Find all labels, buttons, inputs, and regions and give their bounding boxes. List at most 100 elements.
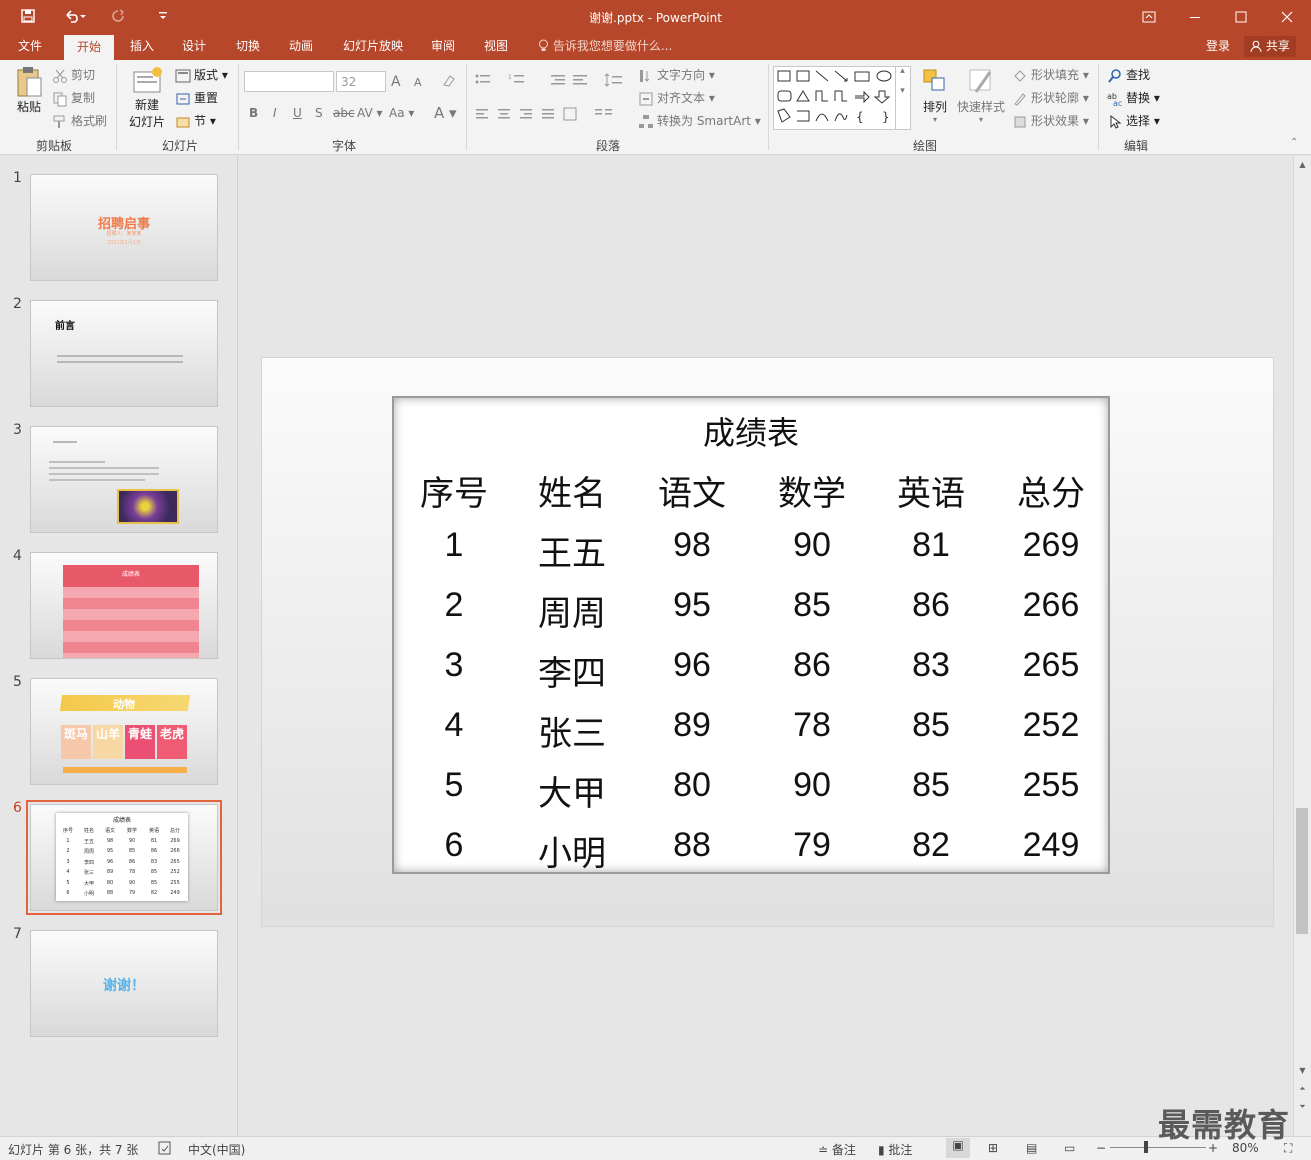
paste-button[interactable]: 粘贴	[12, 66, 46, 126]
slide-thumbnail-4[interactable]: 成绩表	[30, 552, 218, 659]
score-table[interactable]: 成绩表 序号 姓名 语文 数学 英语 总分 1 王五 98 90 81 269 2 周周 95 85 86 266…	[392, 396, 1110, 874]
zoom-out-button[interactable]: −	[1096, 1141, 1106, 1155]
thumbnail-text-line	[49, 467, 159, 469]
align-text-button[interactable]: 对齐文本 ▾	[638, 89, 715, 107]
tab-transitions[interactable]: 切换	[226, 33, 270, 60]
scroll-down-arrow[interactable]: ▼	[1296, 1064, 1309, 1077]
tab-view[interactable]: 视图	[474, 33, 518, 60]
replace-button[interactable]: ab ac 替换 ▾	[1107, 89, 1160, 108]
reading-view-icon[interactable]: ▤	[1026, 1141, 1037, 1155]
strikethrough-button[interactable]: abc	[333, 106, 355, 120]
reset-button[interactable]: 重置	[175, 89, 218, 107]
find-button[interactable]: 查找	[1107, 66, 1150, 84]
thumbnail-title: 动物	[113, 698, 135, 711]
lightbulb-icon	[538, 39, 553, 53]
bold-button[interactable]: B	[249, 106, 258, 120]
tab-design[interactable]: 设计	[172, 33, 216, 60]
minimize-icon[interactable]	[1172, 0, 1218, 33]
replace-label: 替换	[1126, 91, 1151, 105]
section-button[interactable]: 节 ▾	[175, 112, 216, 130]
slide-thumbnail-2[interactable]: 前言	[30, 300, 218, 407]
tell-me-box[interactable]: 告诉我您想要做什么...	[538, 33, 672, 60]
thumbnail-table-cell: 252	[170, 869, 180, 875]
slide-sorter-icon[interactable]: ⊞	[988, 1141, 998, 1155]
underline-button[interactable]: U	[293, 106, 302, 120]
next-slide-icon[interactable]: ⏷	[1296, 1100, 1309, 1113]
ribbon-display-icon[interactable]	[1126, 0, 1172, 33]
quick-styles-button[interactable]: 快速样式 ▾	[956, 66, 1006, 124]
table-cell: 78	[793, 706, 831, 744]
shadow-button[interactable]: S	[315, 106, 323, 120]
table-cell: 82	[912, 826, 950, 864]
spell-check-icon[interactable]	[158, 1141, 172, 1158]
table-cell: 90	[793, 766, 831, 804]
cut-button[interactable]: 剪切	[52, 66, 95, 84]
indent-icons[interactable]	[549, 72, 595, 91]
slideshow-view-icon[interactable]: ▭	[1064, 1141, 1075, 1155]
tab-file[interactable]: 文件	[6, 33, 54, 60]
slide-thumbnail-6[interactable]: 成绩表 序号 姓名 语文 数学 英语 总分 1 王五 98 90 81 269 2 周周 95 85 86 266…	[26, 800, 222, 915]
italic-button[interactable]: I	[273, 106, 277, 120]
scrollbar-thumb[interactable]	[1296, 808, 1308, 934]
layout-button[interactable]: 版式 ▾	[175, 66, 228, 84]
thumbnail-table-cell: 98	[106, 837, 114, 844]
smartart-button[interactable]: 转换为 SmartArt ▾	[638, 112, 761, 130]
thumbnail-table-cell: 王五	[83, 838, 94, 845]
slides-group-label: 幻灯片	[161, 139, 198, 153]
clear-format-icon[interactable]	[441, 73, 457, 92]
close-icon[interactable]	[1264, 0, 1310, 33]
new-slide-button[interactable]: 新建 幻灯片	[122, 66, 172, 130]
share-button[interactable]: 共享	[1244, 36, 1296, 57]
normal-view-icon[interactable]: ▣	[946, 1138, 970, 1158]
zoom-slider[interactable]	[1110, 1147, 1206, 1148]
slide-thumbnail-5[interactable]: 动物 斑马 山羊 青蛙 老虎	[30, 678, 218, 785]
grow-font-button[interactable]: A	[391, 74, 401, 90]
zoom-slider-thumb[interactable]	[1144, 1141, 1148, 1153]
copy-button[interactable]: 复制	[52, 89, 95, 107]
tab-insert[interactable]: 插入	[120, 33, 164, 60]
thumbnail-table-cell: 张三	[83, 870, 94, 876]
font-name-combo[interactable]	[244, 71, 334, 92]
comments-button[interactable]: ▮ 批注	[878, 1141, 912, 1158]
font-size-combo[interactable]: 32	[336, 71, 386, 92]
select-button[interactable]: 选择 ▾	[1107, 112, 1160, 130]
tab-animations[interactable]: 动画	[279, 33, 323, 60]
previous-slide-icon[interactable]: ⏶	[1296, 1082, 1309, 1095]
columns-icon[interactable]	[593, 106, 615, 125]
arrange-button[interactable]: 排列 ▾	[918, 66, 952, 124]
maximize-icon[interactable]	[1218, 0, 1264, 33]
text-direction-button[interactable]: 文字方向 ▾	[638, 66, 715, 84]
shape-fill-button[interactable]: 形状填充 ▾	[1012, 66, 1089, 84]
font-color-button[interactable]: A ▾	[434, 104, 457, 122]
slide-thumbnail-3[interactable]	[30, 426, 218, 533]
shrink-font-button[interactable]: A	[414, 76, 422, 89]
char-spacing-button[interactable]: AV ▾	[357, 106, 383, 120]
table-cell: 周周	[538, 595, 606, 633]
line-spacing-icon[interactable]	[604, 72, 624, 91]
person-icon	[1250, 39, 1266, 53]
scroll-up-arrow[interactable]: ▲	[1296, 158, 1309, 171]
shape-outline-button[interactable]: 形状轮廓 ▾	[1012, 89, 1089, 107]
slide-thumbnail-7[interactable]: 谢谢！	[30, 930, 218, 1037]
vertical-scrollbar[interactable]: ▲ ▼ ⏶ ⏷	[1293, 156, 1311, 1136]
thumbnail-number: 4	[13, 548, 22, 564]
shapes-gallery-scroll[interactable]: ▴ ▾	[895, 66, 909, 130]
login-link[interactable]: 登录	[1206, 33, 1230, 60]
tab-home[interactable]: 开始	[64, 35, 114, 60]
notes-button[interactable]: ≐ 备注	[818, 1141, 856, 1158]
select-label: 选择	[1126, 114, 1151, 128]
table-cell: 80	[673, 766, 711, 804]
shape-effects-button[interactable]: 形状效果 ▾	[1012, 112, 1089, 130]
slide-thumbnail-1[interactable]: 招聘启事 招聘人：某某某 2021年1月1日	[30, 174, 218, 281]
bullets-icon[interactable]: 1	[474, 72, 534, 91]
language-indicator[interactable]: 中文(中国)	[188, 1141, 245, 1158]
change-case-button[interactable]: Aa ▾	[389, 106, 414, 120]
format-painter-button[interactable]: 格式刷	[52, 112, 107, 130]
collapse-ribbon-icon[interactable]: ⌃	[1290, 137, 1298, 148]
thumbnail-text-line	[49, 461, 105, 463]
tab-slideshow[interactable]: 幻灯片放映	[334, 33, 412, 60]
shapes-gallery[interactable]: {}	[773, 66, 911, 130]
tab-review[interactable]: 审阅	[421, 33, 465, 60]
align-icons[interactable]	[474, 106, 584, 125]
thumbnail-table-cell: 249	[170, 890, 180, 896]
